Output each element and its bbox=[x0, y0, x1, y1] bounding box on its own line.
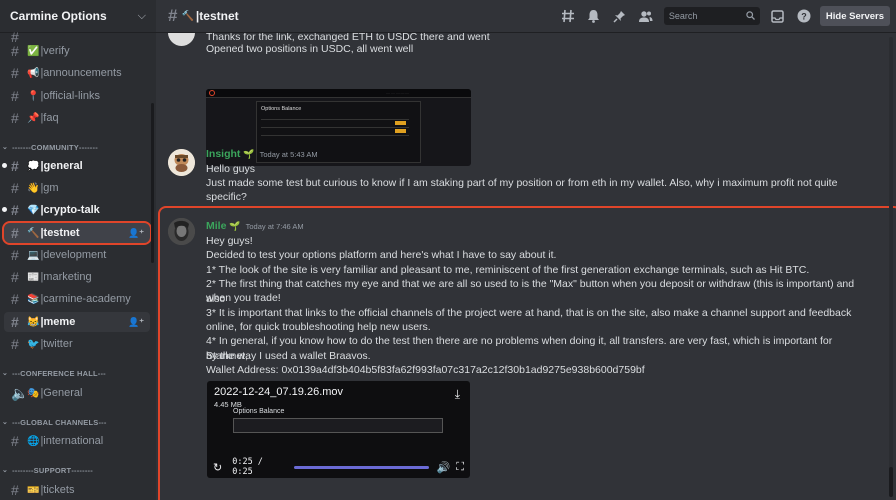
category-support[interactable]: ⌄ -------- SUPPORT -------- bbox=[0, 463, 156, 477]
channel-voice-general[interactable]: 🔈 🎭 |General bbox=[4, 383, 150, 403]
channel-development[interactable]: # 💻 |development bbox=[4, 245, 150, 265]
video-inner-title: Options Balance bbox=[233, 408, 285, 415]
pin-icon[interactable] bbox=[612, 8, 628, 24]
message-text: Hello guys bbox=[206, 163, 256, 175]
hash-icon: # bbox=[11, 314, 19, 330]
hash-icon: # bbox=[11, 43, 19, 59]
hash-icon: # bbox=[11, 88, 19, 104]
channel-carmine-academy[interactable]: # 📚 |carmine-academy bbox=[4, 289, 150, 309]
channel-sidebar: Carmine Options ⌵ # # ✅ |verify # 📢 |announc… bbox=[0, 0, 156, 500]
add-member-icon[interactable]: 👤⁺ bbox=[128, 317, 144, 328]
category-global-channels[interactable]: ⌄ --- GLOBAL CHANNELS --- bbox=[0, 415, 156, 429]
search-input[interactable]: Search bbox=[663, 7, 760, 25]
member-list-icon[interactable] bbox=[638, 8, 654, 24]
video-progress-bar[interactable] bbox=[294, 465, 429, 469]
hash-icon: # bbox=[168, 6, 178, 25]
message-text: Decided to test your options platform an… bbox=[206, 249, 557, 261]
message-author[interactable]: Mile 🌱 Today at 7:46 AM bbox=[206, 220, 304, 232]
hide-servers-button[interactable]: Hide Servers bbox=[819, 6, 890, 26]
channel-general[interactable]: # 💭 |general bbox=[2, 156, 150, 176]
message-text: 3* It is important that links to the off… bbox=[206, 307, 852, 319]
sidebar-scrollbar[interactable] bbox=[151, 103, 154, 263]
video-filename: 2022-12-24_07.19.26.mov bbox=[214, 386, 344, 398]
message-feed: Thanks for the link, exchanged ETH to US… bbox=[156, 33, 896, 500]
server-name: Carmine Options bbox=[10, 9, 107, 23]
chat-area: # 🔨 |testnet Search ? Hide Servers Thank… bbox=[156, 0, 896, 500]
channel-tickets[interactable]: # 🎫 |tickets bbox=[4, 480, 150, 500]
notification-bell-icon[interactable] bbox=[586, 8, 602, 24]
video-frame bbox=[233, 418, 443, 433]
inner-title: Options Balance bbox=[261, 106, 302, 112]
message-text: Wallet Address: 0x0139a4df3b404b5f83fa62… bbox=[206, 364, 645, 376]
replay-icon[interactable]: ↻ bbox=[213, 461, 222, 474]
channel-gm[interactable]: # 👋 |gm bbox=[4, 178, 150, 198]
hash-icon: # bbox=[11, 110, 19, 126]
hash-icon: # bbox=[11, 65, 19, 81]
message-text: 1* The look of the site is very familiar… bbox=[206, 264, 810, 276]
message-author[interactable]: Insight 🌱 Today at 5:43 AM bbox=[206, 148, 318, 160]
volume-icon[interactable]: 🔊 bbox=[437, 461, 451, 474]
message-text: by the way I used a wallet Braavos. bbox=[206, 350, 371, 362]
channel-faq[interactable]: # 📌 |faq bbox=[4, 108, 150, 128]
hash-icon: # bbox=[11, 291, 19, 307]
hash-icon: # bbox=[11, 158, 19, 174]
sprout-badge-icon: 🌱 bbox=[229, 220, 241, 231]
add-member-icon[interactable]: 👤⁺ bbox=[128, 228, 144, 239]
channel-twitter[interactable]: # 🐦 |twitter bbox=[4, 334, 150, 354]
channel-meme[interactable]: # 😹 |meme 👤⁺ bbox=[4, 312, 150, 332]
hash-icon: # bbox=[11, 482, 19, 498]
avatar[interactable] bbox=[168, 218, 195, 245]
chevron-down-icon[interactable]: ⌵ bbox=[138, 10, 146, 23]
scrollbar-thumb[interactable] bbox=[889, 467, 893, 497]
channel-official-links[interactable]: # 📍 |official-links bbox=[4, 86, 150, 106]
threads-icon[interactable] bbox=[560, 8, 576, 24]
hash-icon: # bbox=[11, 225, 19, 241]
hash-icon: # bbox=[11, 336, 19, 352]
channel-crypto-talk[interactable]: # 💎 |crypto-talk bbox=[2, 200, 150, 220]
channel-title: # 🔨 |testnet bbox=[168, 6, 239, 25]
svg-text:?: ? bbox=[801, 12, 807, 22]
hash-icon: # bbox=[11, 433, 19, 449]
hash-icon: # bbox=[11, 202, 19, 218]
help-icon[interactable]: ? bbox=[796, 8, 812, 24]
message-text: Opened two positions in USDC, all went w… bbox=[206, 43, 414, 55]
message-text: Just made some test but curious to know … bbox=[206, 177, 838, 189]
speaker-icon: 🔈 bbox=[11, 384, 29, 401]
channel-testnet[interactable]: # 🔨 |testnet 👤⁺ bbox=[2, 221, 152, 245]
fullscreen-icon[interactable]: ⛶ bbox=[456, 461, 464, 474]
video-attachment[interactable]: 2022-12-24_07.19.26.mov 4.45 MB Options … bbox=[207, 381, 470, 478]
download-icon[interactable]: ⤓ bbox=[455, 387, 460, 402]
avatar[interactable] bbox=[168, 33, 195, 46]
unread-dot bbox=[2, 207, 7, 212]
category-community[interactable]: ⌄ ------- COMMUNITY ------- bbox=[0, 140, 156, 154]
category-conference-hall[interactable]: ⌄ --- CONFERENCE HALL --- bbox=[0, 366, 156, 380]
channel-verify[interactable]: # ✅ |verify bbox=[4, 41, 150, 61]
video-time: 0:25 / 0:25 bbox=[232, 457, 263, 477]
hash-icon: # bbox=[11, 180, 19, 196]
search-icon bbox=[746, 10, 755, 22]
message-text: when you trade! bbox=[206, 292, 281, 304]
channel-list: # # ✅ |verify # 📢 |announcements # 📍 |official… bbox=[0, 29, 156, 500]
feed-scrollbar[interactable] bbox=[889, 37, 893, 497]
hash-icon: # bbox=[11, 247, 19, 263]
message-text: online, for quick troubleshooting help n… bbox=[206, 321, 431, 333]
channel-marketing[interactable]: # 📰 |marketing bbox=[4, 267, 150, 287]
sprout-badge-icon: 🌱 bbox=[243, 148, 255, 159]
hash-icon: # bbox=[11, 269, 19, 285]
channel-header: # 🔨 |testnet Search ? Hide Servers bbox=[156, 0, 896, 33]
message-text: specific? bbox=[206, 191, 247, 203]
unread-dot bbox=[2, 163, 7, 168]
inbox-icon[interactable] bbox=[770, 8, 786, 24]
avatar[interactable] bbox=[168, 149, 195, 176]
message-text: Hey guys! bbox=[206, 235, 253, 247]
channel-announcements[interactable]: # 📢 |announcements bbox=[4, 63, 150, 83]
video-controls: ↻ 0:25 / 0:25 🔊 ⛶ bbox=[207, 456, 470, 478]
channel-international[interactable]: # 🌐 |international bbox=[4, 431, 150, 451]
